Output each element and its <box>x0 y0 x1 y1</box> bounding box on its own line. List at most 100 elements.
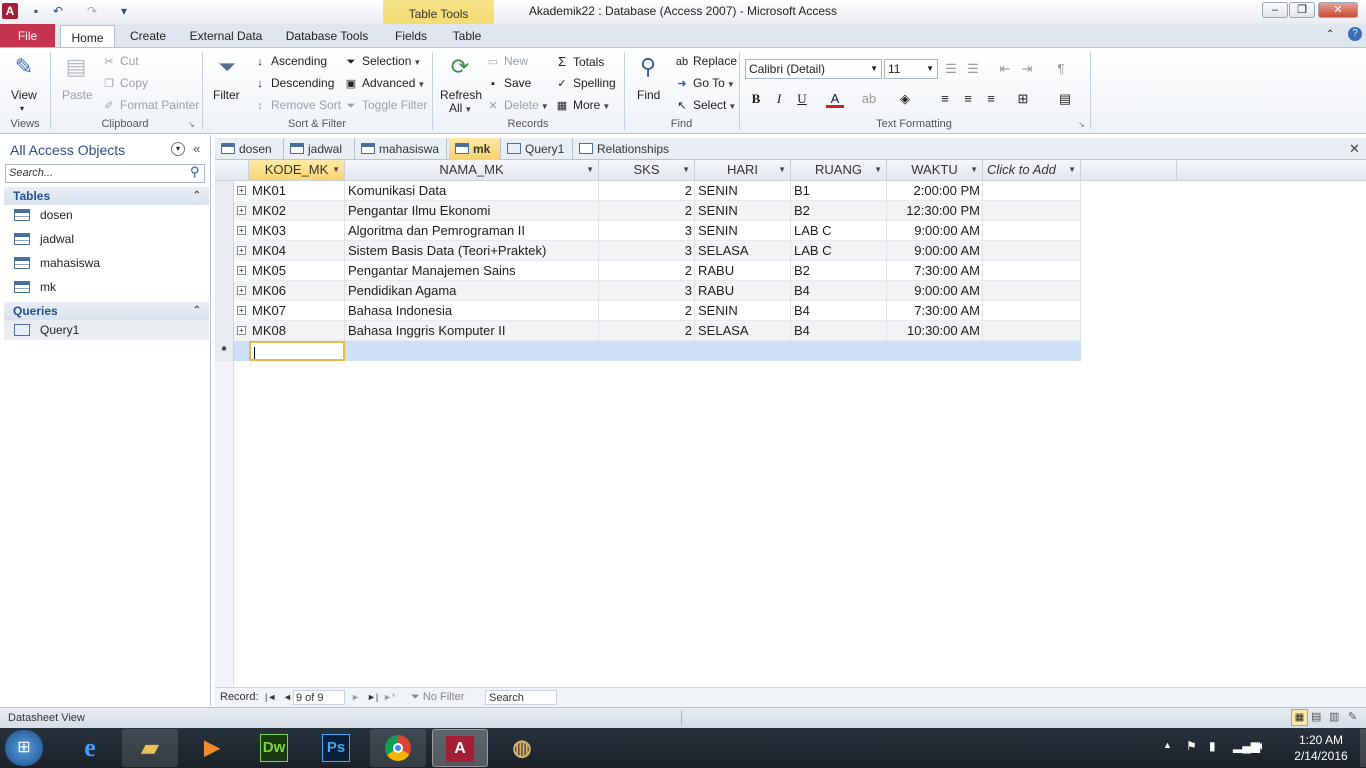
cell-ruang[interactable]: B4 <box>791 321 887 341</box>
datasheet-view-icon[interactable]: ▦ <box>1291 709 1308 726</box>
doc-tab-mahasiswa[interactable]: mahasiswa <box>355 138 447 160</box>
font-size-select[interactable]: 11 ▼ <box>884 59 938 79</box>
pivot-table-view-icon[interactable]: ▤ <box>1311 710 1321 723</box>
chevron-down-icon[interactable]: ▼ <box>1068 160 1076 180</box>
nav-search-input[interactable]: Search... <box>5 164 205 183</box>
tab-table[interactable]: Table <box>446 24 488 48</box>
paint-icon[interactable]: ◍ <box>494 729 550 767</box>
expand-subdatasheet-icon[interactable]: + <box>237 226 246 235</box>
advanced-button[interactable]: ▣ Advanced ▼ <box>343 76 426 90</box>
expand-subdatasheet-icon[interactable]: + <box>237 206 246 215</box>
cell-hari[interactable]: SENIN <box>695 181 791 201</box>
tab-file[interactable]: File <box>0 24 55 48</box>
paste-icon[interactable]: ▤ <box>60 52 92 82</box>
delete-record-button[interactable]: ✕ Delete ▼ <box>485 98 548 112</box>
expand-subdatasheet-icon[interactable]: + <box>237 286 246 295</box>
cell-hari[interactable]: SENIN <box>695 201 791 221</box>
nav-group-queries[interactable]: Queries ⌃ <box>4 302 209 320</box>
cell-click-to-add[interactable] <box>983 221 1081 241</box>
cell-ruang[interactable]: B1 <box>791 181 887 201</box>
first-record-icon[interactable]: |◄ <box>265 688 276 707</box>
alternate-row-color-icon[interactable]: ▤ <box>1056 90 1074 108</box>
cell-click-to-add[interactable] <box>983 241 1081 261</box>
numbered-list-icon[interactable]: ☰ <box>964 60 982 78</box>
cell-hari[interactable]: SENIN <box>695 221 791 241</box>
cell-nama-mk[interactable]: Bahasa Indonesia <box>345 301 599 321</box>
chevron-down-icon[interactable]: ▼ <box>586 160 594 180</box>
cell-sks[interactable]: 2 <box>599 181 695 201</box>
cell-nama-mk[interactable]: Pengantar Manajemen Sains <box>345 261 599 281</box>
nav-menu-icon[interactable]: ▾ <box>171 142 185 156</box>
align-right-icon[interactable]: ≡ <box>982 90 1000 108</box>
cell-kode-mk[interactable]: MK07 <box>249 301 345 321</box>
filter-button[interactable]: Filter <box>213 88 240 102</box>
copy-button[interactable]: ❐ Copy <box>101 76 148 90</box>
view-dropdown-icon[interactable]: ▾ <box>20 104 24 113</box>
table-row[interactable]: + MK06 Pendidikan Agama 3 RABU B4 9:00:00 AM <box>215 281 1081 301</box>
decrease-indent-icon[interactable]: ⇤ <box>996 60 1014 78</box>
cell-kode-mk[interactable]: MK06 <box>249 281 345 301</box>
cell-ruang[interactable]: LAB C <box>791 221 887 241</box>
paste-button[interactable]: Paste <box>62 88 93 102</box>
cell-nama-mk[interactable]: Algoritma dan Pemrograman II <box>345 221 599 241</box>
record-search-input[interactable]: Search <box>485 690 557 705</box>
save-record-button[interactable]: ▪ Save <box>485 76 531 90</box>
cell-kode-mk[interactable]: MK04 <box>249 241 345 261</box>
select-button[interactable]: ↖ Select ▼ <box>674 98 736 112</box>
expand-subdatasheet-icon[interactable]: + <box>237 266 246 275</box>
cell-click-to-add[interactable] <box>983 321 1081 341</box>
cell-sks[interactable]: 2 <box>599 301 695 321</box>
gridlines-icon[interactable]: ⊞ <box>1014 90 1032 108</box>
redo-icon[interactable]: ↷ <box>84 3 100 19</box>
refresh-all-button[interactable]: Refresh <box>440 88 482 102</box>
last-record-icon[interactable]: ►| <box>367 688 378 707</box>
chevron-down-icon[interactable]: ▼ <box>874 160 882 180</box>
new-record-nav-icon[interactable]: ►* <box>383 688 395 707</box>
show-hidden-icons-icon[interactable]: ▲ <box>1163 740 1172 750</box>
cell-click-to-add[interactable] <box>983 301 1081 321</box>
font-name-select[interactable]: Calibri (Detail) ▼ <box>745 59 882 79</box>
column-header-kode-mk[interactable]: KODE_MK ▼ <box>249 160 345 181</box>
cell-sks[interactable]: 2 <box>599 201 695 221</box>
record-selector[interactable] <box>215 281 234 301</box>
nav-item-mahasiswa[interactable]: mahasiswa <box>14 253 100 273</box>
nav-item-dosen[interactable]: dosen <box>14 205 73 225</box>
paragraph-icon[interactable]: ¶ <box>1052 60 1070 78</box>
more-button[interactable]: ▦ More ▼ <box>554 98 610 112</box>
network-signal-icon[interactable]: ▂▄▆ <box>1233 739 1260 753</box>
new-record-row[interactable]: * <box>215 341 1081 361</box>
cell-waktu[interactable]: 12:30:00 PM <box>887 201 983 221</box>
cell-waktu[interactable]: 10:30:00 AM <box>887 321 983 341</box>
nav-item-jadwal[interactable]: jadwal <box>14 229 74 249</box>
nav-item-query1[interactable]: Query1 <box>4 320 209 340</box>
cell-click-to-add[interactable] <box>983 181 1081 201</box>
highlight-icon[interactable]: ab <box>860 90 878 108</box>
doc-tab-jadwal[interactable]: jadwal <box>284 138 355 160</box>
italic-icon[interactable]: I <box>770 90 788 108</box>
doc-tab-relationships[interactable]: Relationships <box>573 138 683 160</box>
doc-tab-mk[interactable]: mk <box>449 138 501 160</box>
cell-hari[interactable]: SELASA <box>695 321 791 341</box>
selection-button[interactable]: ⏷ Selection ▼ <box>343 54 422 69</box>
table-row[interactable]: + MK01 Komunikasi Data 2 SENIN B1 2:00:00 PM <box>215 181 1081 201</box>
expand-subdatasheet-icon[interactable]: + <box>237 246 246 255</box>
tab-create[interactable]: Create <box>122 24 174 48</box>
cell-kode-mk[interactable]: MK03 <box>249 221 345 241</box>
dreamweaver-icon[interactable]: Dw <box>246 729 302 767</box>
table-row[interactable]: + MK04 Sistem Basis Data (Teori+Praktek) 3 S… <box>215 241 1081 261</box>
action-center-icon[interactable]: ⚑ <box>1186 739 1197 753</box>
column-header-sks[interactable]: SKS ▼ <box>599 160 695 181</box>
design-view-icon[interactable]: ✎ <box>1348 710 1357 723</box>
increase-indent-icon[interactable]: ⇥ <box>1018 60 1036 78</box>
descending-button[interactable]: ↓ Descending <box>252 76 334 90</box>
record-selector[interactable] <box>215 201 234 221</box>
cell-sks[interactable]: 2 <box>599 321 695 341</box>
text-formatting-launcher-icon[interactable]: ↘ <box>1078 120 1085 129</box>
new-record-input[interactable] <box>249 341 345 361</box>
column-header-waktu[interactable]: WAKTU ▼ <box>887 160 983 181</box>
help-icon[interactable]: ? <box>1348 27 1362 41</box>
cell-ruang[interactable]: B2 <box>791 261 887 281</box>
cell-hari[interactable]: SELASA <box>695 241 791 261</box>
minimize-ribbon-icon[interactable]: ⌃ <box>1326 29 1334 40</box>
clipboard-launcher-icon[interactable]: ↘ <box>188 120 195 129</box>
